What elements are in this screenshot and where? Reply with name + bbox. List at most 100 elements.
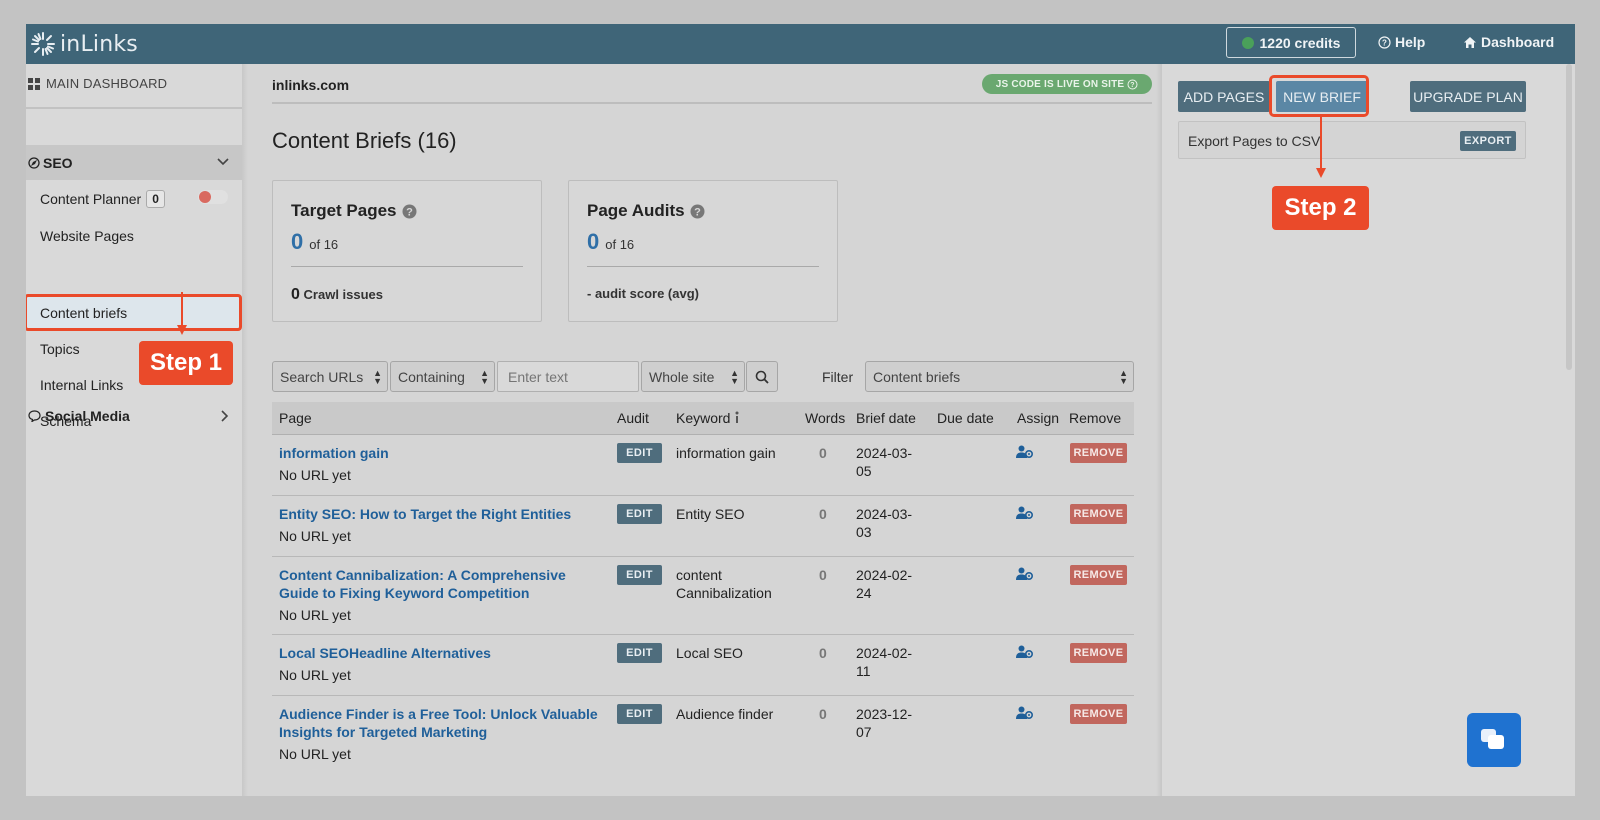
brief-title-link[interactable]: Content Cannibalization: A Comprehensive… bbox=[279, 566, 599, 602]
remove-button[interactable]: REMOVE bbox=[1070, 443, 1127, 463]
edit-button[interactable]: EDIT bbox=[617, 704, 662, 724]
dashboard-link[interactable]: Dashboard bbox=[1463, 34, 1554, 50]
page-url: No URL yet bbox=[279, 607, 351, 623]
search-type-select[interactable]: Search URLs ▲ ▼ bbox=[272, 361, 388, 392]
dashboard-label: Dashboard bbox=[1481, 34, 1555, 50]
select-arrows-icon: ▲ ▼ bbox=[730, 368, 739, 386]
scrollbar[interactable] bbox=[1566, 64, 1572, 370]
count-value: 0 bbox=[291, 229, 304, 254]
match-type-select[interactable]: Containing ▲ ▼ bbox=[390, 361, 495, 392]
remove-button[interactable]: REMOVE bbox=[1070, 643, 1127, 663]
brief-date: 2023-12-07 bbox=[856, 706, 913, 740]
sidebar-item-label: Website Pages bbox=[40, 228, 134, 244]
keyword-cell: Local SEO bbox=[676, 645, 743, 661]
sidebar-item-label: Topics bbox=[40, 341, 80, 357]
column-audit[interactable]: Audit bbox=[617, 410, 649, 426]
info-icon[interactable] bbox=[733, 411, 741, 427]
sidebar-item-label: Internal Links bbox=[40, 377, 124, 393]
site-name: inlinks.com bbox=[272, 77, 350, 93]
column-brief-date[interactable]: Brief date bbox=[856, 410, 916, 426]
filter-select[interactable]: Content briefs ▲ ▼ bbox=[865, 361, 1134, 392]
sidebar-item-topics[interactable]: Topics bbox=[40, 341, 80, 357]
sidebar-item-content-planner[interactable]: Content Planner 0 bbox=[40, 190, 165, 208]
chat-bubble-icon bbox=[28, 410, 41, 422]
sidebar-section-seo[interactable]: SEO bbox=[26, 145, 242, 180]
table-row: Entity SEO: How to Target the Right Enti… bbox=[272, 496, 1134, 557]
add-pages-button[interactable]: ADD PAGES bbox=[1178, 81, 1270, 112]
credits-indicator[interactable]: 1220 credits bbox=[1226, 27, 1356, 58]
sidebar-section-social-media[interactable]: Social Media bbox=[28, 408, 130, 424]
brief-title-link[interactable]: Entity SEO: How to Target the Right Enti… bbox=[279, 505, 599, 523]
step-2-callout: Step 2 bbox=[1272, 186, 1369, 230]
search-button[interactable] bbox=[746, 361, 778, 392]
svg-text:?: ? bbox=[1382, 38, 1387, 47]
brief-date: 2024-02-24 bbox=[856, 567, 913, 601]
brand-logo[interactable]: inLinks bbox=[30, 31, 138, 57]
assign-user-icon[interactable] bbox=[1016, 445, 1034, 464]
word-count: 0 bbox=[819, 706, 827, 722]
brand-name: inLinks bbox=[60, 31, 138, 57]
help-link[interactable]: ? Help bbox=[1378, 34, 1425, 50]
page-title: Content Briefs (16) bbox=[272, 128, 457, 153]
word-count: 0 bbox=[819, 567, 827, 583]
column-assign[interactable]: Assign bbox=[1017, 410, 1059, 426]
edit-button[interactable]: EDIT bbox=[617, 504, 662, 524]
scope-select[interactable]: Whole site ▲ ▼ bbox=[641, 361, 745, 392]
main-dashboard-link[interactable]: MAIN DASHBOARD bbox=[28, 76, 167, 91]
edit-button[interactable]: EDIT bbox=[617, 565, 662, 585]
sidebar-item-label: Content briefs bbox=[40, 305, 128, 321]
remove-button[interactable]: REMOVE bbox=[1070, 704, 1127, 724]
column-due-date[interactable]: Due date bbox=[937, 410, 994, 426]
brief-date: 2024-03-03 bbox=[856, 506, 913, 540]
card-divider bbox=[291, 266, 523, 267]
step1-arrow-line bbox=[181, 292, 183, 327]
sidebar-item-internal-links[interactable]: Internal Links bbox=[40, 377, 123, 393]
assign-user-icon[interactable] bbox=[1016, 567, 1034, 586]
card-count: 0 of 16 bbox=[587, 229, 634, 255]
chat-widget-button[interactable] bbox=[1467, 713, 1521, 767]
sidebar-divider bbox=[26, 107, 242, 109]
word-count: 0 bbox=[819, 445, 827, 461]
export-button[interactable]: EXPORT bbox=[1460, 131, 1516, 151]
question-circle-icon: ? bbox=[1127, 79, 1138, 89]
column-remove[interactable]: Remove bbox=[1069, 410, 1121, 426]
column-page[interactable]: Page bbox=[279, 410, 312, 426]
assign-user-icon[interactable] bbox=[1016, 645, 1034, 664]
header-divider bbox=[272, 102, 1152, 104]
help-label: Help bbox=[1395, 34, 1426, 50]
card-footer: 0 Crawl issues bbox=[291, 286, 383, 304]
assign-user-icon[interactable] bbox=[1016, 506, 1034, 525]
keyword-cell: information gain bbox=[676, 445, 776, 461]
brief-title-link[interactable]: information gain bbox=[279, 444, 599, 462]
social-section-label: Social Media bbox=[45, 408, 130, 424]
upgrade-plan-button[interactable]: UPGRADE PLAN bbox=[1410, 81, 1526, 112]
step-1-callout: Step 1 bbox=[139, 341, 233, 385]
help-icon[interactable]: ? bbox=[402, 204, 417, 219]
content-planner-toggle[interactable] bbox=[198, 190, 228, 204]
brief-title-link[interactable]: Audience Finder is a Free Tool: Unlock V… bbox=[279, 705, 599, 741]
chat-icon bbox=[1481, 729, 1504, 749]
sidebar-item-content-briefs[interactable]: Content briefs bbox=[40, 305, 127, 321]
crawl-issues-count: 0 bbox=[291, 286, 300, 303]
assign-user-icon[interactable] bbox=[1016, 706, 1034, 725]
right-panel bbox=[1162, 64, 1575, 796]
filter-label: Filter bbox=[822, 369, 854, 385]
remove-button[interactable]: REMOVE bbox=[1070, 565, 1127, 585]
export-panel: Export Pages to CSV EXPORT bbox=[1178, 121, 1526, 159]
main-dashboard-label: MAIN DASHBOARD bbox=[46, 76, 168, 91]
brief-title-link[interactable]: Local SEOHeadline Alternatives bbox=[279, 644, 599, 662]
arrow-down-icon bbox=[1316, 168, 1326, 178]
remove-button[interactable]: REMOVE bbox=[1070, 504, 1127, 524]
search-text-input[interactable] bbox=[497, 361, 639, 392]
chevron-right-icon[interactable] bbox=[217, 409, 231, 423]
sidebar-item-website-pages[interactable]: Website Pages bbox=[40, 228, 134, 244]
help-icon[interactable]: ? bbox=[690, 204, 705, 219]
column-words[interactable]: Words bbox=[805, 410, 845, 426]
column-keyword[interactable]: Keyword bbox=[676, 410, 730, 426]
edit-button[interactable]: EDIT bbox=[617, 643, 662, 663]
target-pages-card: Target Pages ? 0 of 16 0 Crawl issues bbox=[272, 180, 542, 322]
page-url: No URL yet bbox=[279, 528, 351, 544]
page-url: No URL yet bbox=[279, 746, 351, 762]
svg-text:?: ? bbox=[694, 206, 701, 218]
edit-button[interactable]: EDIT bbox=[617, 443, 662, 463]
